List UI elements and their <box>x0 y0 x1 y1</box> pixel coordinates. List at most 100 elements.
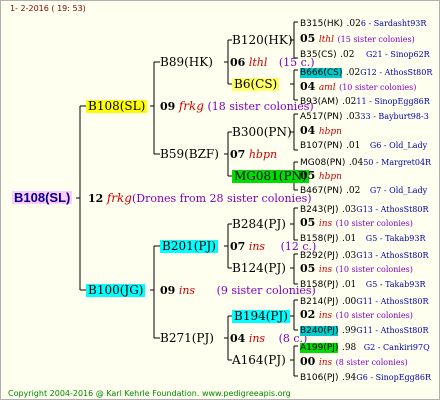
father-line: 09 ins (9 sister colonies) <box>160 284 316 297</box>
g4-row-23: 00 ins (8 sister colonies) <box>300 355 408 370</box>
gm-c-kind: ins <box>248 240 266 253</box>
g4-year: 05 <box>300 32 316 45</box>
father-kind: ins <box>178 284 196 297</box>
gm-a-name: B89(HK) <box>160 55 213 69</box>
g4-note: (10 sister colonies) <box>335 219 413 228</box>
g4-row-15: B158(PJ) .01 G5 - Takab93R <box>300 231 426 246</box>
g4-tail: G11 - AthosSt80R <box>356 297 429 306</box>
g4-name: B158(PJ) <box>300 234 339 244</box>
gm-d-name: B271(PJ) <box>160 331 214 345</box>
g4-row-20: 02 ins (10 sister colonies) <box>300 308 413 323</box>
g4-kind: ins <box>318 219 333 229</box>
g4-row-9: B107(PN) .01 G6 - Old_Lady <box>300 138 427 153</box>
gm-d-year: 04 <box>230 332 246 345</box>
gm-d-line: 04 ins (8 c.) <box>230 332 307 345</box>
g4-tail: G13 - AthosSt80R <box>356 251 429 260</box>
g4-tail: G12 - AthosSt80R <box>360 68 433 77</box>
g3-name-3: B300(PN) <box>232 125 292 139</box>
g4-tail: G21 - Sinop62R <box>365 50 430 59</box>
g4-rest: .98 <box>341 343 357 353</box>
g4-name: B214(PJ) <box>300 297 339 307</box>
g4-row-3: B35(CS) .02 G21 - Sinop62R <box>300 47 430 62</box>
g4-name: B106(PJ) <box>300 373 339 383</box>
g4-row-17: 05 ins (10 sister colonies) <box>300 262 413 277</box>
gm-a-year: 06 <box>230 56 246 69</box>
g4-year: 04 <box>300 80 316 93</box>
g3-name-2: B6(CS) <box>232 77 280 91</box>
gm-b-name: B59(BZF) <box>160 147 219 161</box>
g4-rest: .02 <box>342 97 357 107</box>
g4-tail: G5 - Takab93R <box>365 234 426 243</box>
g4-tail: G2 - Cankiri97Q <box>363 343 430 352</box>
g4-tail: G6 - Old_Lady <box>369 141 428 150</box>
g4-row-13: B243(PJ) .03G13 - AthosSt80R <box>300 202 428 217</box>
g4-row-14: 05 ins (10 sister colonies) <box>300 216 413 231</box>
g4-rest: .02 <box>346 186 361 196</box>
father-name: B100(JG) <box>86 283 146 297</box>
g4-rest: .03 <box>346 112 361 122</box>
gm-b-line: 07 hbpn <box>230 148 277 161</box>
g4-name: B243(PJ) <box>300 205 339 215</box>
g4-rest: .03 <box>341 205 357 215</box>
g4-note: (10 sister colonies) <box>335 265 413 274</box>
g4-kind: ins <box>318 311 333 321</box>
g4-row-11: 05 hbpn <box>300 169 342 184</box>
g4-row-10: MG08(PN) .0450 - Margret04R <box>300 155 431 170</box>
g4-year: 04 <box>300 124 316 137</box>
g3-name-1: B120(HK) <box>232 33 293 47</box>
g4-row-22: A199(PJ) .98 G2 - Cankiri97Q <box>300 340 430 355</box>
g4-name: B107(PN) <box>300 141 343 151</box>
g4-rest: .01 <box>341 280 357 290</box>
g4-year: 05 <box>300 262 316 275</box>
copyright-footer: Copyright 2004-2016 @ Karl Kehrle Founda… <box>8 389 291 398</box>
g4-rest: .02 <box>340 50 355 60</box>
g4-name: B158(PJ) <box>300 280 339 290</box>
g4-row-1: B315(HK) .026 - Sardasht93R <box>300 16 426 31</box>
gm-b-year: 07 <box>230 148 246 161</box>
gm-d-kind: ins <box>248 332 266 345</box>
g4-rest: .04 <box>348 158 364 168</box>
g4-rest: .94 <box>341 373 357 383</box>
g4-year: 02 <box>300 308 316 321</box>
g4-name: MG08(PN) <box>300 158 346 168</box>
g4-tail: G6 - SinopEgg86R <box>356 373 431 382</box>
gm-c-year: 07 <box>230 240 246 253</box>
root-kind: frkg <box>106 191 132 205</box>
g4-rest: .03 <box>341 251 357 261</box>
g4-note: (10 sister colonies) <box>335 311 413 320</box>
g4-name: B292(PJ) <box>300 251 339 261</box>
g4-note: (10 sister colonies) <box>339 83 417 92</box>
g4-name: B666(CS) <box>300 68 343 78</box>
root-year: 12 <box>88 192 104 205</box>
mother-line: 09 frkg (18 sister colonies) <box>160 100 314 114</box>
g4-row-18: B158(PJ) .01 G5 - Takab93R <box>300 277 426 292</box>
g3-name-4: MG081(PN) <box>232 169 309 183</box>
g4-kind: ins <box>318 358 333 368</box>
mother-note: (18 sister colonies) <box>207 100 314 113</box>
g4-rest: .02 <box>345 68 361 78</box>
g4-rest: .01 <box>346 141 361 151</box>
g4-row-8: 04 hbpn <box>300 124 342 139</box>
g4-rest: .99 <box>341 326 357 336</box>
g4-name: B240(PJ) <box>300 326 339 336</box>
g4-row-24: B106(PJ) .94G6 - SinopEgg86R <box>300 370 431 385</box>
g4-kind: aml <box>318 83 336 93</box>
g4-rest: .00 <box>341 297 357 307</box>
g4-tail: 50 - Margret04R <box>363 158 432 167</box>
g4-tail: 33 - Bayburt98-3 <box>360 112 429 121</box>
g4-year: 05 <box>300 216 316 229</box>
g4-name: B315(HK) <box>300 19 344 29</box>
g4-tail: G11 - AthosSt80R <box>356 326 429 335</box>
g3-name-8: A164(PJ) <box>232 353 286 367</box>
g4-row-12: B467(PN) .02 G7 - Old_Lady <box>300 183 427 198</box>
g4-tail: G13 - AthosSt80R <box>356 205 429 214</box>
g4-tail: 11 - SinopEgg86R <box>356 97 430 106</box>
g3-name-5: B284(PJ) <box>232 217 286 231</box>
father-year: 09 <box>160 284 176 297</box>
mother-name: B108(SL) <box>86 99 148 113</box>
gm-c-name: B201(PJ) <box>160 239 218 253</box>
root-note: (Drones from 28 sister colonies) <box>131 192 312 205</box>
g4-year: 00 <box>300 355 316 368</box>
g4-year: 05 <box>300 169 316 182</box>
queen-name: B108(SL) <box>12 190 73 205</box>
